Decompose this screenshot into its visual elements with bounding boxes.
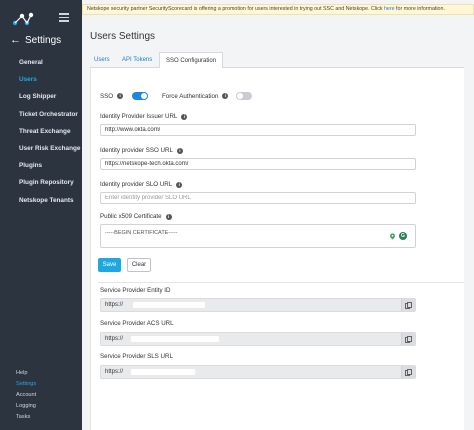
sidebar-item-users[interactable]: Users xyxy=(0,71,82,88)
sidebar-item-general[interactable]: General xyxy=(0,54,82,71)
copy-button[interactable] xyxy=(401,333,415,345)
sso-toggle-row: SSO i xyxy=(100,92,149,100)
bottom-item-tasks[interactable]: Tasks xyxy=(0,412,82,423)
bottom-item-help[interactable]: Help xyxy=(0,368,82,379)
back-to-settings[interactable]: ← Settings xyxy=(10,34,61,46)
sp-sls-field: https:// xyxy=(100,365,416,379)
sidebar-item-threat-exchange[interactable]: Threat Exchange xyxy=(0,123,82,140)
sso-label: SSO xyxy=(100,92,114,100)
sp-acs-value: https:// xyxy=(105,336,124,342)
redacted-value xyxy=(131,336,219,342)
banner-link[interactable]: here xyxy=(384,6,395,12)
tab-bar: Users API Tokens SSO Configuration xyxy=(90,52,464,69)
settings-nav: General Users Log Shipper Ticket Orchest… xyxy=(0,54,82,209)
banner-suffix: for more information. xyxy=(394,6,445,12)
promo-banner: Netskope security partner SecurityScorec… xyxy=(82,4,474,15)
sidebar-item-netskope-tenants[interactable]: Netskope Tenants xyxy=(0,192,82,209)
copy-icon xyxy=(405,301,412,309)
idp-issuer-input[interactable] xyxy=(100,124,416,136)
sidebar-item-plugin-repository[interactable]: Plugin Repository xyxy=(0,174,82,191)
clear-button[interactable]: Clear xyxy=(127,258,151,272)
info-icon[interactable]: i xyxy=(176,181,183,188)
cert-label-row: Public x509 Certificate i xyxy=(100,213,172,220)
sidebar-item-user-risk-exchange[interactable]: User Risk Exchange xyxy=(0,140,82,157)
idp-sso-input[interactable] xyxy=(100,158,416,170)
bottom-item-settings[interactable]: Settings xyxy=(0,379,82,390)
idp-issuer-label: Identity Provider Issuer URL xyxy=(100,113,178,120)
hamburger-icon[interactable] xyxy=(59,13,69,22)
copy-icon xyxy=(405,368,412,376)
textarea-extension-icons: G xyxy=(389,232,407,240)
cert-label: Public x509 Certificate xyxy=(100,213,162,220)
redacted-value xyxy=(133,302,205,308)
idp-issuer-label-row: Identity Provider Issuer URL i xyxy=(100,113,188,120)
tab-sso-configuration[interactable]: SSO Configuration xyxy=(159,52,224,69)
info-icon[interactable]: i xyxy=(222,93,229,99)
sidebar-item-ticket-orchestrator[interactable]: Ticket Orchestrator xyxy=(0,106,82,123)
bottom-item-logging[interactable]: Logging xyxy=(0,401,82,412)
copy-icon xyxy=(405,335,412,343)
idp-sso-label: Identity provider SSO URL xyxy=(100,147,173,154)
map-pin-icon[interactable] xyxy=(389,232,396,240)
info-icon[interactable]: i xyxy=(176,147,183,154)
force-auth-toggle-row: Force Authentication i xyxy=(162,92,253,100)
idp-slo-input[interactable] xyxy=(100,192,416,204)
sidebar: ← Settings General Users Log Shipper Tic… xyxy=(0,0,82,430)
back-label: Settings xyxy=(25,34,62,46)
sp-entity-label: Service Provider Entity ID xyxy=(100,287,171,294)
force-auth-label: Force Authentication xyxy=(162,92,219,100)
idp-sso-label-row: Identity provider SSO URL i xyxy=(100,147,183,154)
bottom-item-account[interactable]: Account xyxy=(0,390,82,401)
info-icon[interactable]: i xyxy=(165,213,172,220)
sso-toggle[interactable] xyxy=(132,92,149,100)
sp-entity-field: https:// xyxy=(100,298,416,312)
certificate-textarea[interactable]: -----BEGIN CERTIFICATE----- xyxy=(100,224,416,248)
banner-text: Netskope security partner SecurityScorec… xyxy=(87,6,384,12)
page-title: Users Settings xyxy=(90,31,156,42)
netskope-logo[interactable] xyxy=(12,11,34,27)
save-button[interactable]: Save xyxy=(98,258,121,272)
idp-slo-label-row: Identity provider SLO URL i xyxy=(100,181,183,188)
sp-sls-label: Service Provider SLS URL xyxy=(100,353,173,360)
idp-slo-label: Identity provider SLO URL xyxy=(100,181,173,188)
force-auth-toggle[interactable] xyxy=(236,92,253,100)
info-icon[interactable]: i xyxy=(117,93,124,99)
copy-button[interactable] xyxy=(401,366,415,378)
arrow-left-icon: ← xyxy=(10,34,21,46)
tab-api-tokens[interactable]: API Tokens xyxy=(122,52,152,68)
sidebar-item-plugins[interactable]: Plugins xyxy=(0,157,82,174)
sp-acs-field: https:// xyxy=(100,332,416,346)
sidebar-item-log-shipper[interactable]: Log Shipper xyxy=(0,88,82,105)
section-divider xyxy=(98,282,464,283)
copy-button[interactable] xyxy=(401,299,415,311)
info-icon[interactable]: i xyxy=(181,113,188,120)
sp-acs-label: Service Provider ACS URL xyxy=(100,320,174,327)
bottom-nav: Help Settings Account Logging Tasks xyxy=(0,368,82,423)
redacted-value xyxy=(131,369,195,375)
grammarly-icon[interactable]: G xyxy=(399,232,407,240)
sp-entity-value: https:// xyxy=(105,302,124,308)
tab-users[interactable]: Users xyxy=(94,52,110,68)
sp-sls-value: https:// xyxy=(105,369,124,375)
